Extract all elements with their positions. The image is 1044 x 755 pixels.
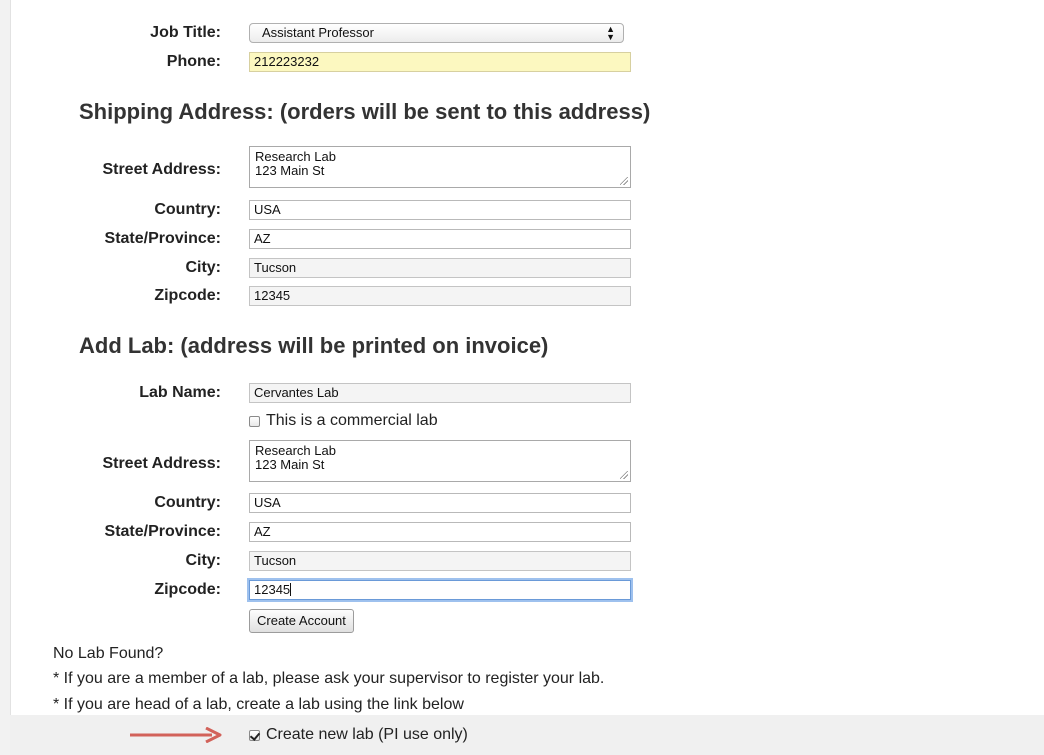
phone-label: Phone:	[166, 53, 221, 70]
shipping-state-label: State/Province:	[104, 230, 221, 247]
phone-input[interactable]: 212223232	[249, 52, 631, 72]
lab-street-line2: 123 Main St	[255, 457, 325, 472]
head-note-text: * If you are head of a lab, create a lab…	[53, 696, 464, 713]
lab-street-label: Street Address:	[102, 455, 221, 472]
job-title-label: Job Title:	[150, 24, 221, 41]
shipping-state-input[interactable]: AZ	[249, 229, 631, 249]
shipping-street-line1: Research Lab	[255, 149, 336, 164]
lab-name-input[interactable]: Cervantes Lab	[249, 383, 631, 403]
shipping-heading: Shipping Address: (orders will be sent t…	[79, 99, 651, 124]
shipping-street-label: Street Address:	[102, 161, 221, 178]
red-arrow-icon	[130, 727, 222, 743]
create-new-lab-label: Create new lab (PI use only)	[266, 726, 468, 743]
job-title-value: Assistant Professor	[262, 25, 374, 40]
lab-name-label: Lab Name:	[139, 384, 221, 401]
commercial-lab-label: This is a commercial lab	[266, 412, 438, 429]
shipping-street-textarea[interactable]: Research Lab 123 Main St	[249, 146, 631, 188]
commercial-lab-checkbox-row[interactable]: This is a commercial lab	[249, 411, 438, 431]
lab-city-label: City:	[185, 552, 221, 569]
lab-state-input[interactable]: AZ	[249, 522, 631, 542]
lab-zip-label: Zipcode:	[154, 581, 221, 598]
text-caret	[290, 583, 292, 596]
shipping-zip-label: Zipcode:	[154, 287, 221, 304]
job-title-select[interactable]: Assistant Professor ▲ ▼	[249, 23, 624, 43]
lab-country-label: Country:	[154, 494, 221, 511]
no-lab-found-text: No Lab Found?	[53, 645, 164, 662]
shipping-city-input[interactable]: Tucson	[249, 258, 631, 278]
resize-grip-icon[interactable]	[620, 471, 628, 479]
resize-grip-icon[interactable]	[620, 177, 628, 185]
lab-country-input[interactable]: USA	[249, 493, 631, 513]
add-lab-heading: Add Lab: (address will be printed on inv…	[79, 333, 549, 358]
left-edge-strip	[0, 0, 11, 755]
shipping-country-input[interactable]: USA	[249, 200, 631, 220]
shipping-zip-input[interactable]: 12345	[249, 286, 631, 306]
shipping-country-label: Country:	[154, 201, 221, 218]
lab-street-textarea[interactable]: Research Lab 123 Main St	[249, 440, 631, 482]
create-new-lab-checkbox[interactable]	[249, 729, 260, 741]
create-new-lab-row[interactable]: Create new lab (PI use only)	[249, 725, 468, 745]
lab-state-label: State/Province:	[104, 523, 221, 540]
lab-street-line1: Research Lab	[255, 443, 336, 458]
create-account-button[interactable]: Create Account	[249, 609, 354, 633]
shipping-city-label: City:	[185, 259, 221, 276]
member-note-text: * If you are a member of a lab, please a…	[53, 670, 605, 687]
commercial-lab-checkbox[interactable]	[249, 415, 260, 427]
lab-zip-value: 12345	[254, 582, 291, 597]
shipping-street-line2: 123 Main St	[255, 163, 325, 178]
lab-zip-input[interactable]: 12345	[249, 580, 631, 600]
select-arrows-icon: ▲ ▼	[606, 24, 615, 42]
lab-city-input[interactable]: Tucson	[249, 551, 631, 571]
